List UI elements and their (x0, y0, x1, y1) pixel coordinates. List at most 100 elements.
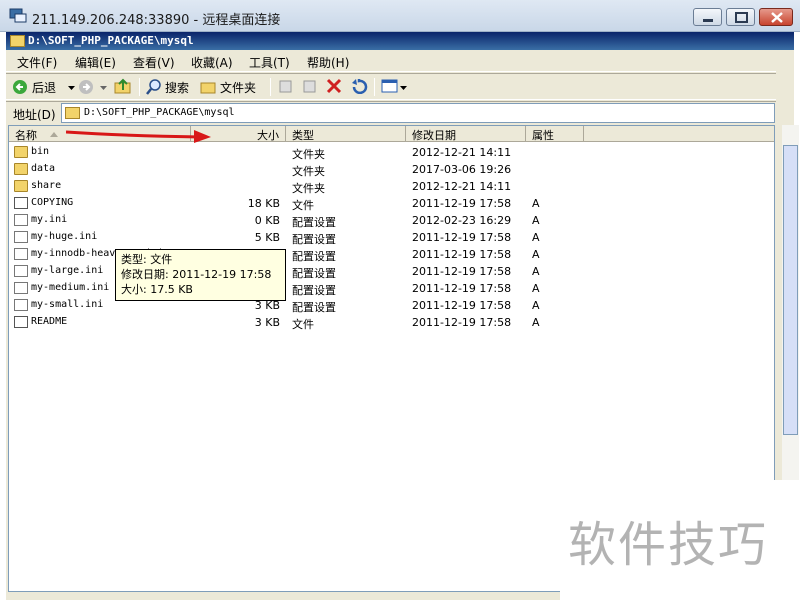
chevron-down-icon (400, 86, 407, 90)
rdp-titlebar: 211.149.206.248:33890 - 远程桌面连接 (0, 0, 800, 32)
file-modified: 2011-12-19 17:58 (412, 299, 512, 312)
file-icon (14, 316, 28, 328)
file-name: my-large.ini (31, 265, 104, 276)
file-modified: 2012-12-21 14:11 (412, 146, 512, 159)
menu-file[interactable]: 文件(F) (17, 54, 57, 71)
move-to-icon (279, 80, 292, 93)
folder-icon (65, 107, 80, 119)
list-item[interactable]: data 文件夹 2017-03-06 19:26 (9, 161, 609, 178)
folders-button[interactable]: 文件夹 (200, 78, 266, 96)
vertical-scroll-thumb[interactable] (783, 145, 798, 435)
column-type-label: 类型 (292, 129, 314, 142)
menu-help[interactable]: 帮助(H) (307, 54, 349, 71)
file-modified: 2011-12-19 17:58 (412, 231, 512, 244)
address-bar: 地址(D) D:\SOFT_PHP_PACKAGE\mysql (6, 101, 776, 124)
list-item[interactable]: my-huge.ini 5 KB 配置设置 2011-12-19 17:58 A (9, 229, 609, 246)
toolbar: 后退 搜索 文件夹 (6, 73, 776, 100)
file-modified: 2012-02-23 16:29 (412, 214, 512, 227)
column-type[interactable]: 类型 (286, 126, 406, 142)
file-tooltip: 类型: 文件 修改日期: 2011-12-19 17:58 大小: 17.5 K… (115, 249, 286, 301)
list-item[interactable]: my-innodb-heavy-4G.ini20 KB配置设置2011-12-1… (9, 246, 609, 263)
list-item[interactable]: README 3 KB 文件 2011-12-19 17:58 A (9, 314, 609, 331)
file-type: 文件 (292, 318, 314, 331)
list-item[interactable]: my-large.ini5 KB配置设置2011-12-19 17:58A (9, 263, 609, 280)
file-name: bin (31, 146, 50, 157)
sort-asc-icon (50, 132, 58, 137)
watermark-text: 软件技巧 (568, 517, 769, 573)
ini-icon (14, 214, 28, 226)
undo-button[interactable] (350, 78, 368, 96)
ini-icon (14, 231, 28, 243)
file-type: 文件夹 (292, 148, 325, 161)
file-name: README (31, 316, 68, 327)
maximize-icon (735, 12, 748, 23)
column-modified[interactable]: 修改日期 (406, 126, 526, 142)
delete-button[interactable] (326, 78, 342, 96)
menu-tools[interactable]: 工具(T) (249, 54, 290, 71)
file-attr: A (532, 316, 540, 329)
back-label: 后退 (32, 81, 57, 95)
toolbar-separator (139, 78, 140, 96)
column-modified-label: 修改日期 (412, 129, 456, 142)
file-size: 5 KB (254, 231, 280, 244)
file-attr: A (532, 214, 540, 227)
ini-icon (14, 299, 28, 311)
views-icon (381, 79, 398, 93)
search-button[interactable]: 搜索 (146, 78, 196, 96)
close-button[interactable] (759, 8, 793, 26)
menu-edit[interactable]: 编辑(E) (75, 54, 116, 71)
delete-icon (326, 78, 342, 94)
file-attr: A (532, 265, 540, 278)
file-name: share (31, 180, 62, 191)
folder-icon (14, 163, 28, 175)
copy-to-button[interactable] (302, 78, 318, 96)
file-type: 配置设置 (292, 284, 336, 297)
chevron-down-icon (100, 86, 107, 90)
column-attr-label: 属性 (532, 129, 554, 142)
file-modified: 2011-12-19 17:58 (412, 265, 512, 278)
address-input[interactable]: D:\SOFT_PHP_PACKAGE\mysql (61, 103, 775, 123)
up-folder-button[interactable] (114, 78, 132, 96)
minimize-icon (703, 19, 713, 22)
file-name: my-huge.ini (31, 231, 98, 242)
forward-button[interactable] (78, 78, 108, 96)
explorer-title: D:\SOFT_PHP_PACKAGE\mysql (28, 34, 194, 47)
forward-arrow-icon (79, 80, 93, 94)
move-to-button[interactable] (278, 78, 294, 96)
undo-icon (352, 79, 368, 95)
folder-icon (200, 82, 216, 94)
address-value: D:\SOFT_PHP_PACKAGE\mysql (84, 107, 235, 118)
list-item[interactable]: COPYING 18 KB 文件 2011-12-19 17:58 A (9, 195, 609, 212)
up-folder-icon (114, 78, 131, 94)
views-button[interactable] (381, 78, 407, 96)
list-item[interactable]: my-medium.ini5 KB配置设置2011-12-19 17:58A (9, 280, 609, 297)
ini-icon (14, 265, 28, 277)
file-type: 文件 (292, 199, 314, 212)
folder-icon (14, 180, 28, 192)
file-size: 18 KB (247, 197, 280, 210)
back-button[interactable]: 后退 (12, 78, 75, 96)
folders-label: 文件夹 (220, 81, 257, 95)
file-modified: 2011-12-19 17:58 (412, 316, 512, 329)
toolbar-separator (270, 78, 271, 96)
maximize-button[interactable] (726, 8, 755, 26)
list-item[interactable]: share 文件夹 2012-12-21 14:11 (9, 178, 609, 195)
file-name: COPYING (31, 197, 74, 208)
tooltip-modified: 修改日期: 2011-12-19 17:58 (121, 268, 272, 281)
file-type: 配置设置 (292, 250, 336, 263)
file-modified: 2011-12-19 17:58 (412, 282, 512, 295)
vertical-scrollbar[interactable] (782, 125, 799, 507)
file-type: 配置设置 (292, 267, 336, 280)
list-item[interactable]: my.ini 0 KB 配置设置 2012-02-23 16:29 A (9, 212, 609, 229)
list-item[interactable]: my-small.ini 3 KB 配置设置 2011-12-19 17:58 A (9, 297, 609, 314)
file-name: data (31, 163, 56, 174)
column-attr[interactable]: 属性 (526, 126, 584, 142)
file-attr: A (532, 197, 540, 210)
file-attr: A (532, 231, 540, 244)
column-name-label: 名称 (15, 129, 37, 142)
menu-view[interactable]: 查看(V) (133, 54, 175, 71)
red-arrow-annotation (66, 130, 211, 143)
menu-favorites[interactable]: 收藏(A) (191, 54, 233, 71)
minimize-button[interactable] (693, 8, 722, 26)
chevron-down-icon (68, 86, 75, 90)
